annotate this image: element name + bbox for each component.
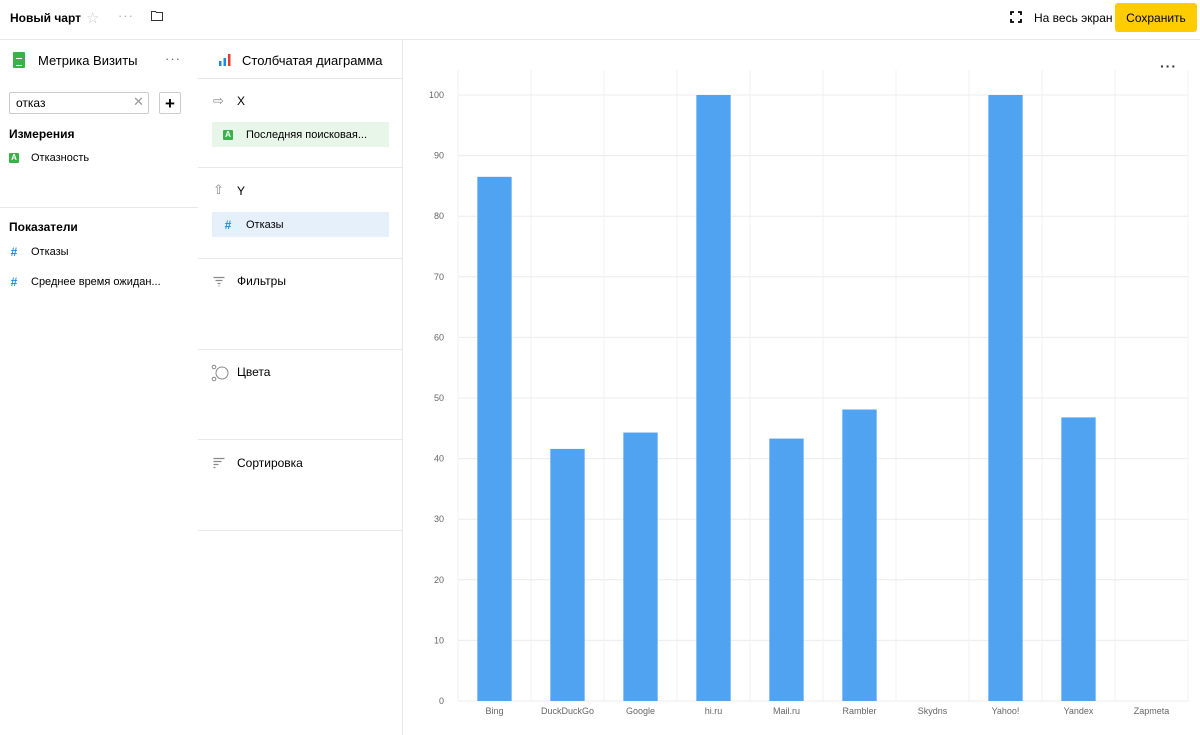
- y-tick-label: 70: [434, 272, 444, 282]
- measure-item[interactable]: # Среднее время ожидан...: [9, 275, 161, 289]
- x-tick-label: Yandex: [1064, 706, 1094, 716]
- dataset-more-icon[interactable]: ···: [165, 51, 181, 66]
- x-tick-label: Yahoo!: [992, 706, 1020, 716]
- x-slot-label: X: [237, 94, 246, 108]
- save-button[interactable]: Сохранить: [1115, 3, 1197, 32]
- x-tick-label: Mail.ru: [773, 706, 800, 716]
- add-field-button[interactable]: +: [159, 92, 181, 114]
- divider: [198, 439, 403, 440]
- y-field-label: Отказы: [246, 218, 284, 231]
- colors-icon: [211, 364, 229, 382]
- top-bar: Новый чарт ☆ ··· На весь экран Сохранить: [0, 0, 1200, 40]
- measure-label: Среднее время ожидан...: [31, 276, 161, 288]
- dimension-item[interactable]: A Отказность: [9, 152, 89, 164]
- visualization-panel: Столбчатая диаграмма ⇨ X A Последняя пои…: [198, 40, 403, 735]
- chart-menu-icon[interactable]: ···: [1160, 58, 1177, 74]
- field-search-input[interactable]: [9, 92, 149, 114]
- filter-icon: [213, 276, 225, 287]
- chart-area: 0 10 20 30 40 50 60 70 80 90 100 Bing DuckDuckGo Goog…: [403, 40, 1200, 735]
- bar-chart: 0 10 20 30 40 50 60 70 80 90 100 Bing DuckDuckGo Goog…: [429, 70, 1189, 716]
- x-tick-label: Bing: [485, 706, 503, 716]
- y-tick-label: 0: [439, 696, 444, 706]
- x-field-chip[interactable]: A Последняя поисковая...: [212, 122, 389, 147]
- bar: [623, 432, 658, 701]
- x-tick-label: Skydns: [918, 706, 948, 716]
- dataset-panel: Метрика Визиты ··· ✕ + Измерения A Отказ…: [0, 40, 198, 735]
- folder-icon[interactable]: [151, 10, 163, 21]
- sort-slot-label: Сортировка: [237, 456, 303, 470]
- number-type-icon: #: [224, 217, 232, 232]
- arrow-up-icon: ⇧: [213, 182, 224, 197]
- dimension-label: Отказность: [31, 152, 90, 164]
- y-tick-label: 60: [434, 332, 444, 342]
- bar: [696, 95, 731, 701]
- x-tick-label: hi.ru: [705, 706, 723, 716]
- x-tick-label: Rambler: [842, 706, 876, 716]
- star-icon[interactable]: ☆: [86, 9, 99, 27]
- sort-icon: [213, 457, 225, 469]
- y-tick-label: 10: [434, 635, 444, 645]
- fullscreen-button[interactable]: На весь экран: [1034, 11, 1113, 25]
- y-tick-label: 80: [434, 211, 444, 221]
- divider: [198, 167, 403, 168]
- fullscreen-icon[interactable]: [1010, 11, 1022, 23]
- number-type-icon: #: [10, 275, 18, 289]
- more-icon[interactable]: ···: [118, 8, 134, 23]
- y-tick-label: 40: [434, 454, 444, 464]
- divider: [0, 207, 198, 208]
- bar: [988, 95, 1023, 701]
- x-tick-label: Google: [626, 706, 655, 716]
- bar: [1061, 417, 1096, 701]
- y-tick-label: 90: [434, 151, 444, 161]
- measure-item[interactable]: # Отказы: [9, 245, 69, 259]
- arrow-right-icon: ⇨: [213, 93, 224, 108]
- string-type-icon: A: [223, 129, 233, 140]
- x-tick-label: DuckDuckGo: [541, 706, 594, 716]
- number-type-icon: #: [10, 245, 18, 259]
- bar-chart-icon: [219, 54, 231, 66]
- y-tick-label: 30: [434, 514, 444, 524]
- divider: [198, 349, 403, 350]
- y-tick-label: 100: [429, 90, 444, 100]
- y-tick-label: 20: [434, 575, 444, 585]
- colors-slot-label: Цвета: [237, 365, 271, 379]
- bar: [769, 438, 804, 701]
- divider: [198, 530, 403, 531]
- bar: [842, 409, 877, 701]
- measure-label: Отказы: [31, 246, 69, 258]
- chart-title[interactable]: Новый чарт: [10, 11, 81, 25]
- divider: [198, 258, 403, 259]
- bar: [477, 176, 512, 701]
- visualization-type-selector[interactable]: Столбчатая диаграмма: [242, 53, 383, 68]
- dataset-name[interactable]: Метрика Визиты: [38, 53, 138, 68]
- spreadsheet-icon: [13, 52, 25, 68]
- x-field-label: Последняя поисковая...: [246, 128, 368, 141]
- y-field-chip[interactable]: # Отказы: [212, 212, 389, 237]
- divider: [198, 78, 403, 79]
- y-tick-label: 50: [434, 393, 444, 403]
- filters-slot-label: Фильтры: [237, 274, 286, 288]
- bar: [550, 448, 585, 701]
- measures-title: Показатели: [9, 220, 78, 234]
- x-tick-label: Zapmeta: [1134, 706, 1170, 716]
- y-slot-label: Y: [237, 184, 246, 198]
- string-type-icon: A: [9, 153, 19, 163]
- clear-icon[interactable]: ✕: [133, 94, 144, 110]
- dimensions-title: Измерения: [9, 127, 75, 141]
